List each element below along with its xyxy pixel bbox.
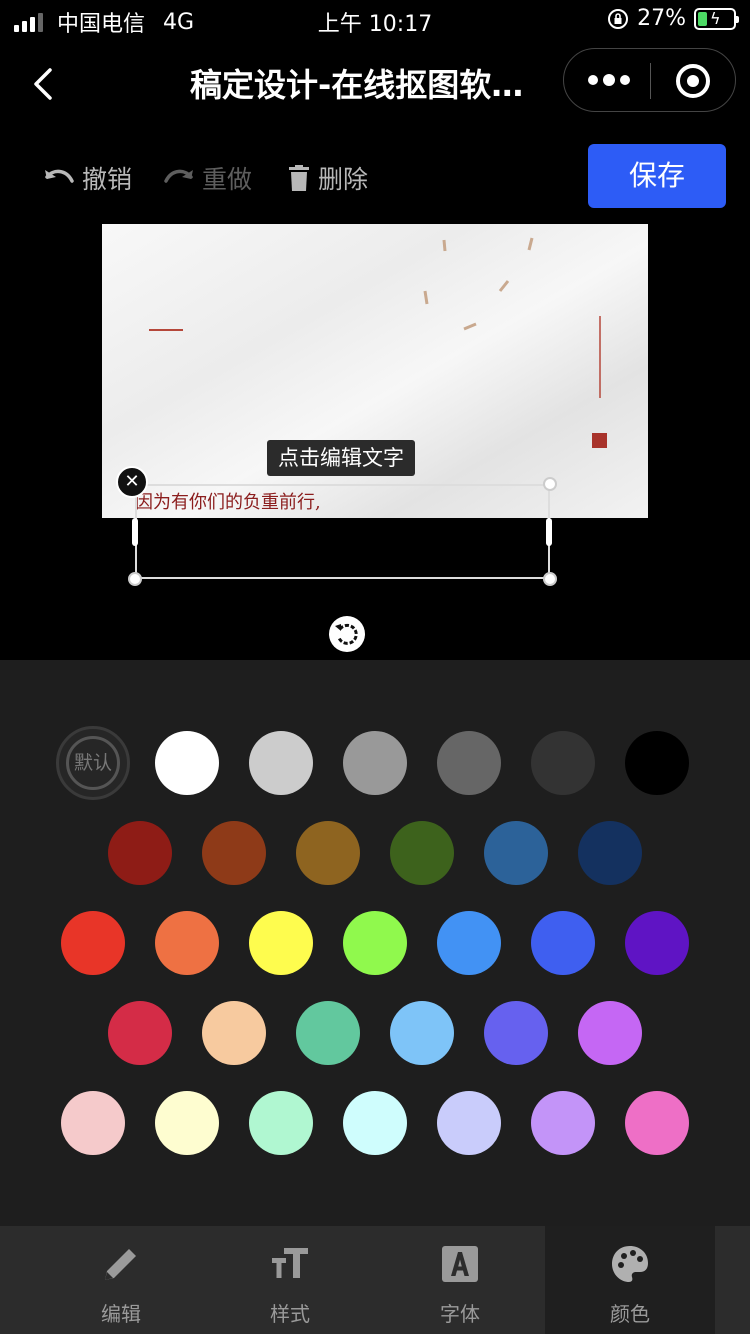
color-swatch[interactable] [249,1091,313,1155]
color-swatch[interactable] [625,1091,689,1155]
editor-toolbar: 撤销 重做 删除 保存 [0,144,750,208]
default-color-label: 默认 [73,752,112,774]
capsule-divider [650,63,651,99]
tab-edit-label: 编辑 [101,1302,141,1326]
color-swatch[interactable] [578,1001,642,1065]
default-color-swatch[interactable]: 默认 [56,726,130,800]
tab-font-label: 字体 [440,1302,480,1326]
color-swatch[interactable] [249,731,313,795]
color-swatch[interactable] [108,1001,172,1065]
color-swatch[interactable] [155,911,219,975]
color-swatch[interactable] [625,731,689,795]
remove-layer-button[interactable]: ✕ [116,466,148,498]
undo-label: 撤销 [82,165,133,194]
tab-font[interactable]: 字体 [375,1226,545,1334]
color-swatch[interactable] [531,731,595,795]
color-swatch[interactable] [61,911,125,975]
color-swatch[interactable] [249,911,313,975]
delete-label: 删除 [318,165,369,194]
back-arrow-icon[interactable] [26,60,66,108]
trash-icon [289,165,309,191]
text-size-icon [272,1248,308,1278]
redo-icon [164,169,193,183]
color-swatch[interactable] [390,821,454,885]
color-swatch[interactable] [343,1091,407,1155]
bottom-tab-bar: 编辑 样式 字体 颜色 [0,1226,750,1334]
tab-color-label: 颜色 [610,1302,650,1326]
color-swatch[interactable] [437,731,501,795]
color-swatch[interactable] [625,911,689,975]
redo-button[interactable]: 重做 [164,160,252,196]
target-circle-icon[interactable] [676,64,710,98]
rotate-handle[interactable] [329,616,365,652]
color-swatch[interactable] [484,821,548,885]
color-swatch[interactable] [343,911,407,975]
rotate-icon [335,623,358,645]
color-swatch[interactable] [108,821,172,885]
delete-button[interactable]: 删除 [288,160,368,196]
color-swatch[interactable] [531,1091,595,1155]
page-title: 稿定设计-在线抠图软… [190,66,524,104]
battery-percent: 27% [637,6,686,31]
resize-handle-bottom-right[interactable] [543,572,557,586]
color-swatch[interactable] [343,731,407,795]
color-swatch[interactable] [390,1001,454,1065]
orientation-lock-icon [608,8,629,29]
undo-icon [45,169,74,183]
pencil-icon [105,1249,136,1280]
color-swatch[interactable] [202,821,266,885]
color-swatch[interactable] [437,1091,501,1155]
tab-style[interactable]: 样式 [205,1226,375,1334]
color-swatch[interactable] [155,1091,219,1155]
color-swatch[interactable] [296,821,360,885]
color-swatch[interactable] [202,1001,266,1065]
tab-color[interactable]: 颜色 [545,1226,715,1334]
font-a-icon [442,1246,478,1282]
color-swatch[interactable] [155,731,219,795]
color-swatch[interactable] [484,1001,548,1065]
status-bar: 中国电信 4G 上午 10:17 27% ϟ [0,0,750,40]
tab-edit[interactable]: 编辑 [36,1226,206,1334]
selection-box[interactable] [135,484,550,579]
color-swatch[interactable] [61,1091,125,1155]
color-swatch[interactable] [531,911,595,975]
palette-icon [612,1246,648,1282]
redo-label: 重做 [202,165,253,194]
color-swatch[interactable] [437,911,501,975]
tab-style-label: 样式 [270,1302,310,1326]
color-swatch[interactable] [578,821,642,885]
color-swatch[interactable] [296,1001,360,1065]
resize-handle-right[interactable] [546,518,552,546]
save-button[interactable]: 保存 [588,144,726,208]
resize-handle-left[interactable] [132,518,138,546]
more-dots-icon[interactable] [588,74,630,86]
battery-icon: ϟ [694,7,739,30]
resize-handle-top-right[interactable] [543,477,557,491]
nav-bar: 稿定设计-在线抠图软… [0,44,750,124]
undo-button[interactable]: 撤销 [44,160,132,196]
resize-handle-bottom-left[interactable] [128,572,142,586]
edit-text-tooltip[interactable]: 点击编辑文字 [267,440,415,476]
mini-program-capsule [563,48,736,112]
